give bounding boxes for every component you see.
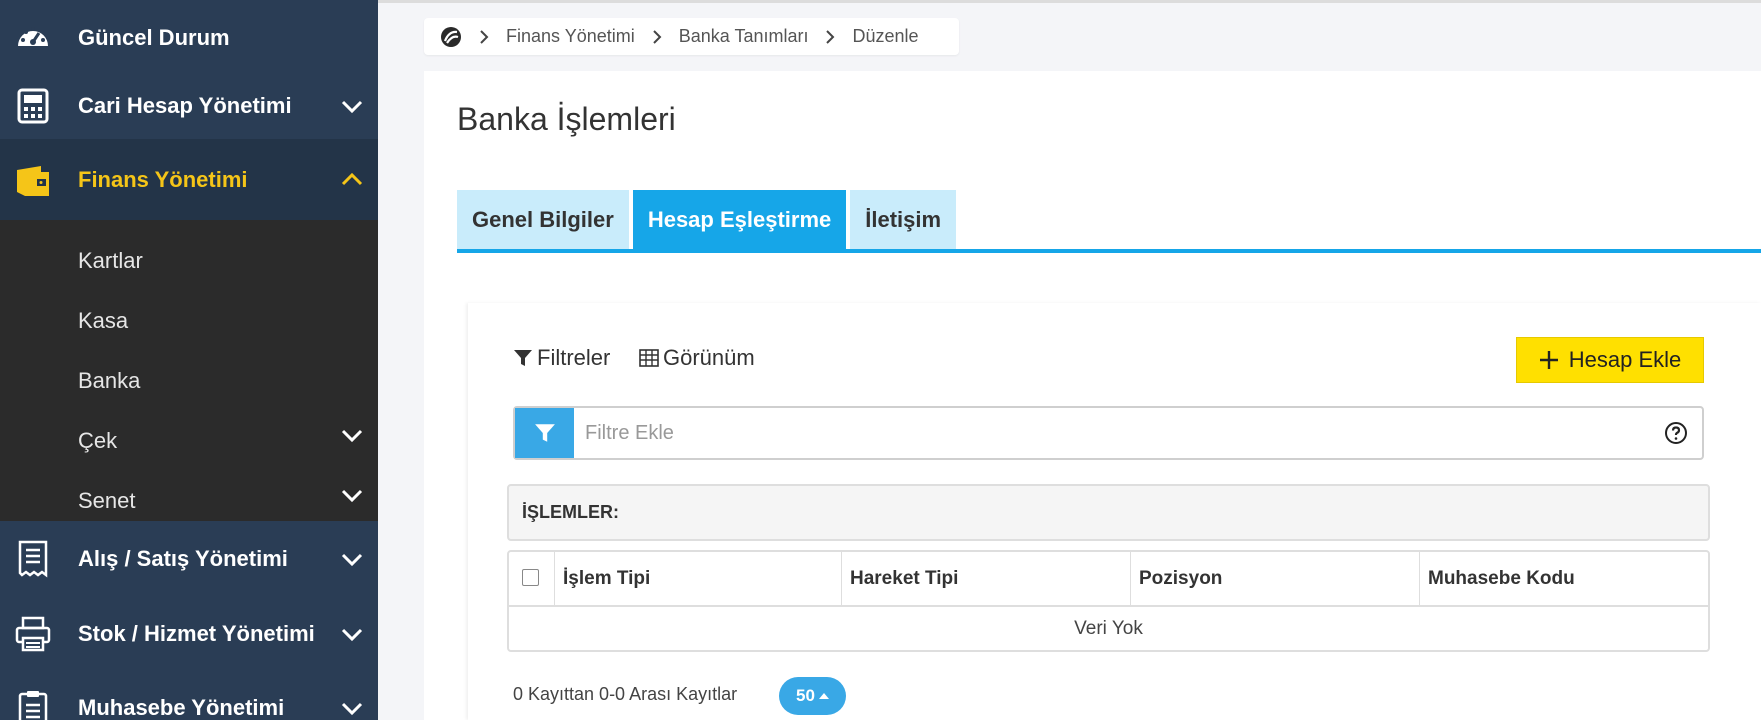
- calculator-icon: [14, 87, 52, 125]
- table-header: İşlem Tipi Hareket Tipi Pozisyon Muhaseb…: [509, 552, 1708, 607]
- operations-table: İşlem Tipi Hareket Tipi Pozisyon Muhaseb…: [507, 550, 1710, 652]
- tab-iletisim[interactable]: İletişim: [850, 190, 957, 249]
- sidebar-item-label: Stok / Hizmet Yönetimi: [78, 620, 315, 646]
- tab-hesap-eslestirme[interactable]: Hesap Eşleştirme: [632, 190, 847, 249]
- sidebar-item-label: Alış / Satış Yönetimi: [78, 545, 288, 571]
- sidebar-item-alis-satis[interactable]: Alış / Satış Yönetimi: [0, 521, 378, 596]
- filter-icon: [514, 350, 532, 366]
- page-size-dropdown[interactable]: 50: [779, 677, 846, 715]
- finans-submenu: Kartlar Kasa Banka Çek Senet: [0, 220, 378, 521]
- sidebar-item-finans[interactable]: Finans Yönetimi: [0, 139, 378, 220]
- breadcrumb: Finans Yönetimi Banka Tanımları Düzenle: [424, 18, 959, 55]
- clipboard-icon: [14, 689, 52, 720]
- add-account-label: Hesap Ekle: [1568, 347, 1682, 372]
- add-account-button[interactable]: Hesap Ekle: [1516, 337, 1704, 383]
- page-title: Banka İşlemleri: [457, 101, 676, 137]
- top-divider: [378, 0, 1761, 3]
- submenu-item-label: Kartlar: [78, 248, 143, 273]
- tab-bar: Genel Bilgiler Hesap Eşleştirme İletişim: [457, 190, 960, 253]
- sidebar: Güncel Durum Cari Hesap Yönetimi Finans …: [0, 0, 378, 720]
- column-header-pozisyon[interactable]: Pozisyon: [1130, 552, 1419, 605]
- breadcrumb-item-duzenle: Düzenle: [852, 26, 919, 46]
- plus-icon: [1539, 351, 1558, 369]
- records-info: 0 Kayıttan 0-0 Arası Kayıtlar: [513, 684, 738, 704]
- submenu-item-kartlar[interactable]: Kartlar: [0, 231, 378, 291]
- page-size-value: 50: [796, 686, 815, 705]
- help-icon[interactable]: [1664, 421, 1688, 445]
- wallet-icon: [14, 161, 52, 199]
- chevron-right-icon: [480, 29, 489, 44]
- filter-bar: [513, 406, 1704, 460]
- sidebar-item-guncel-durum[interactable]: Güncel Durum: [0, 0, 378, 75]
- submenu-item-cek[interactable]: Çek: [0, 411, 378, 471]
- sidebar-item-cari-hesap[interactable]: Cari Hesap Yönetimi: [0, 68, 378, 143]
- dashboard-icon: [14, 19, 52, 57]
- filters-label: Filtreler: [537, 345, 611, 370]
- chevron-down-icon: [341, 100, 363, 113]
- chevron-down-icon: [341, 429, 363, 443]
- chevron-right-icon: [653, 29, 662, 44]
- breadcrumb-item-finans[interactable]: Finans Yönetimi: [506, 26, 635, 47]
- tab-genel-bilgiler[interactable]: Genel Bilgiler: [457, 190, 629, 249]
- filter-input[interactable]: [585, 408, 1615, 458]
- view-label: Görünüm: [663, 345, 755, 370]
- tab-underline: [457, 249, 1761, 253]
- sidebar-item-muhasebe[interactable]: Muhasebe Yönetimi: [0, 670, 378, 720]
- sidebar-item-label: Muhasebe Yönetimi: [78, 694, 285, 720]
- empty-state-row: Veri Yok: [1074, 617, 1143, 639]
- operations-header: İŞLEMLER:: [507, 484, 1710, 541]
- chevron-down-icon: [341, 702, 363, 715]
- submenu-item-label: Banka: [78, 368, 141, 393]
- view-toggle[interactable]: Görünüm: [639, 345, 755, 371]
- chevron-down-icon: [341, 489, 363, 503]
- chevron-up-icon: [341, 172, 363, 185]
- submenu-item-kasa[interactable]: Kasa: [0, 291, 378, 351]
- caret-up-icon: [818, 693, 829, 699]
- chevron-down-icon: [341, 628, 363, 641]
- submenu-item-banka[interactable]: Banka: [0, 351, 378, 411]
- submenu-item-label: Çek: [78, 428, 118, 453]
- operations-title: İŞLEMLER:: [522, 502, 619, 522]
- sidebar-item-stok-hizmet[interactable]: Stok / Hizmet Yönetimi: [0, 596, 378, 671]
- table-grid-icon: [639, 349, 659, 367]
- submenu-item-label: Kasa: [78, 308, 129, 333]
- column-header-islem-tipi[interactable]: İşlem Tipi: [554, 552, 841, 605]
- breadcrumb-item-banka-tanimlari[interactable]: Banka Tanımları: [679, 26, 809, 47]
- submenu-item-label: Senet: [78, 488, 136, 513]
- sidebar-item-label: Finans Yönetimi: [78, 166, 248, 192]
- column-header-hareket-tipi[interactable]: Hareket Tipi: [841, 552, 1130, 605]
- column-header-muhasebe-kodu[interactable]: Muhasebe Kodu: [1419, 552, 1708, 605]
- sidebar-item-label: Güncel Durum: [78, 24, 230, 50]
- sidebar-item-label: Cari Hesap Yönetimi: [78, 92, 292, 118]
- filter-icon: [534, 424, 555, 442]
- filter-apply-button[interactable]: [515, 408, 574, 458]
- chevron-right-icon: [826, 29, 835, 44]
- chevron-down-icon: [341, 553, 363, 566]
- printer-icon: [14, 615, 52, 653]
- filters-toggle[interactable]: Filtreler: [513, 345, 610, 371]
- select-all-checkbox[interactable]: [522, 569, 539, 586]
- brand-logo-icon[interactable]: [440, 26, 462, 48]
- receipt-icon: [14, 540, 52, 578]
